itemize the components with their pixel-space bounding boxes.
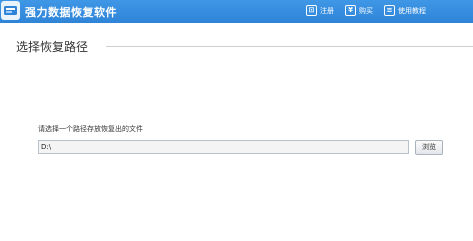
recovery-path-input[interactable] — [38, 140, 409, 154]
path-prompt-label: 请选择一个路径存放恢复出的文件 — [38, 125, 143, 133]
help-book-icon: ≡ — [384, 5, 395, 16]
menu-buy-label: 购买 — [359, 7, 373, 15]
section-divider — [106, 46, 473, 47]
title-bar: 强力数据恢复软件 ⊡ 注册 ¥ 购买 ≡ 使用教程 — [0, 0, 473, 23]
register-icon: ⊡ — [306, 5, 317, 16]
app-title: 强力数据恢复软件 — [25, 6, 117, 19]
section-title: 选择恢复路径 — [16, 38, 95, 55]
cart-icon: ¥ — [345, 5, 356, 16]
menu-tutorial-label: 使用教程 — [398, 7, 426, 15]
menu-register-label: 注册 — [320, 7, 334, 15]
app-logo-icon — [1, 1, 20, 20]
browse-button[interactable]: 浏览 — [415, 140, 443, 155]
